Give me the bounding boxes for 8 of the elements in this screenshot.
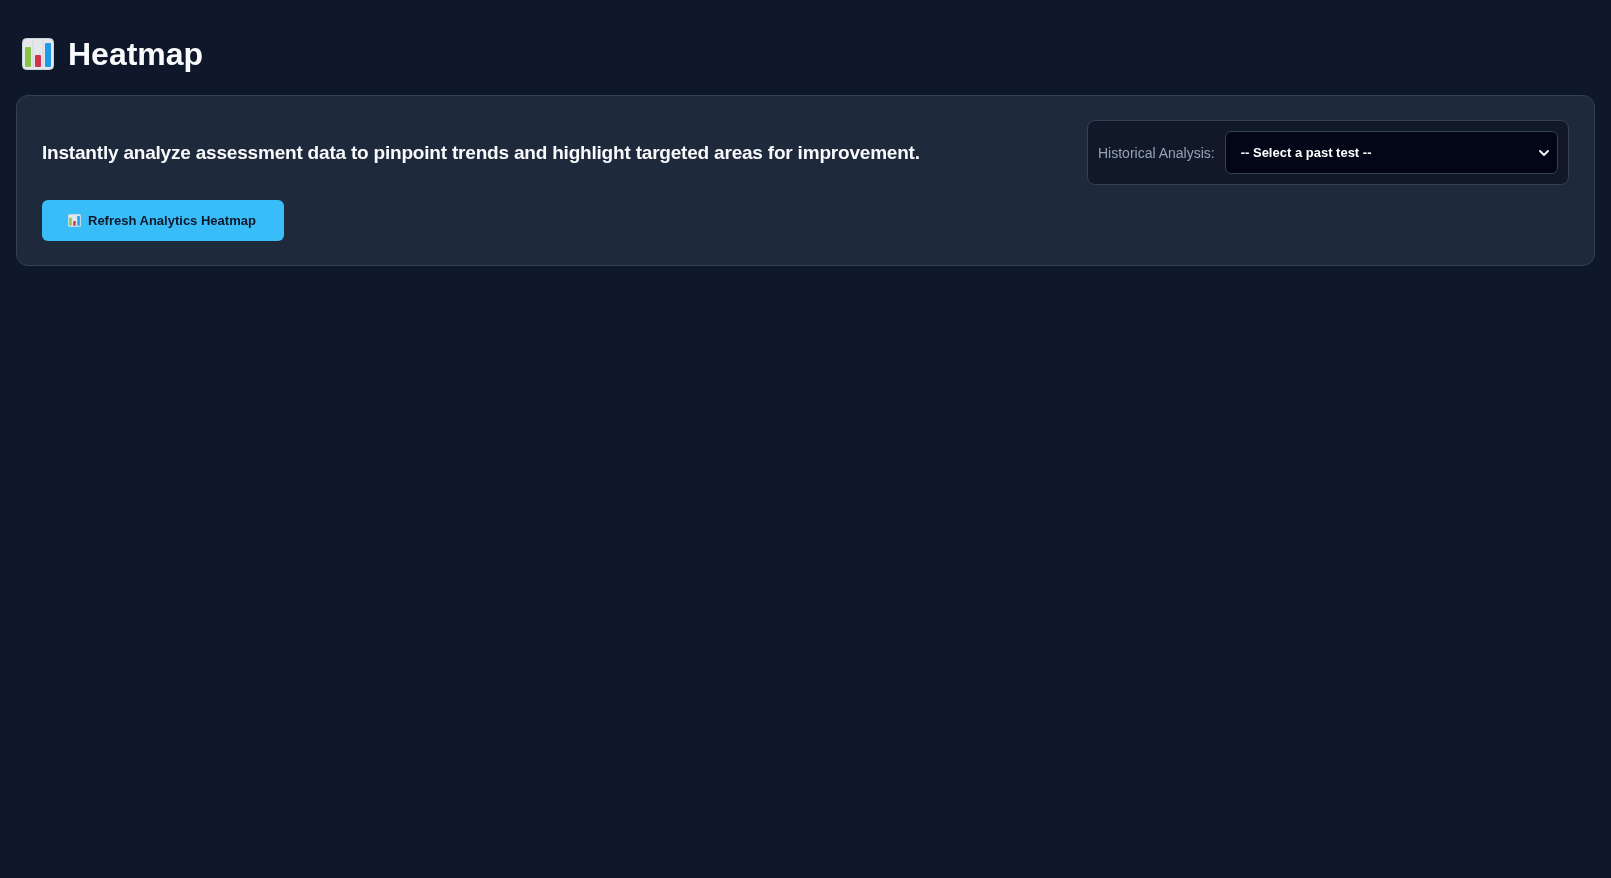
bar-chart-icon — [68, 214, 81, 227]
past-test-select[interactable]: -- Select a past test -- — [1224, 131, 1558, 174]
panel-description: Instantly analyze assessment data to pinpoint trends and highlight targeted areas for improvement. — [42, 141, 920, 164]
refresh-heatmap-button[interactable]: Refresh Analytics Heatmap — [42, 200, 284, 241]
historical-analysis-label: Historical Analysis: — [1098, 144, 1215, 161]
bar-chart-icon — [22, 38, 54, 70]
page-title: Heatmap — [68, 38, 204, 70]
chevron-down-icon — [1539, 149, 1549, 156]
